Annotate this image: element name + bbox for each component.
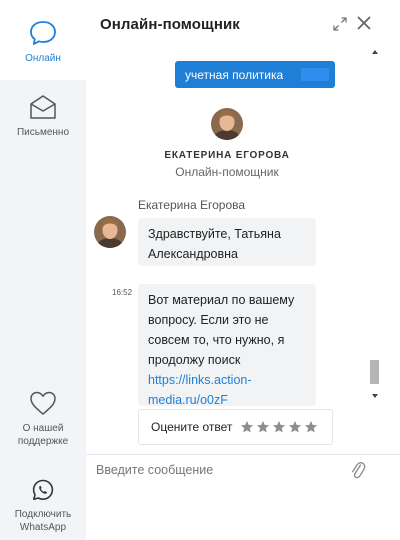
- star-icon[interactable]: [256, 420, 270, 434]
- text-highlight: [301, 68, 329, 81]
- operator-name: ЕКАТЕРИНА ЕГОРОВА: [164, 150, 290, 161]
- sidebar-item-support[interactable]: О нашей поддержке: [0, 390, 86, 448]
- policy-quick-reply-button[interactable]: учетная политика: [175, 61, 335, 88]
- scrollbar-thumb[interactable]: [370, 360, 379, 384]
- operator-avatar: [211, 108, 243, 140]
- message-bubble: Здравствуйте, Татьяна Александровна: [138, 218, 316, 266]
- close-icon[interactable]: [355, 14, 373, 32]
- message-timestamp: 16:52: [112, 288, 133, 297]
- star-icon[interactable]: [304, 420, 318, 434]
- expand-icon[interactable]: [332, 16, 348, 32]
- heart-icon: [30, 391, 56, 415]
- sidebar-item-whatsapp[interactable]: Подключить WhatsApp: [0, 478, 86, 534]
- page-title: Онлайн-помощник: [100, 16, 240, 33]
- message-bubble: Вот материал по вашему вопросу. Если это…: [138, 284, 316, 407]
- message-text: Здравствуйте, Татьяна Александровна: [148, 227, 281, 261]
- whatsapp-icon: [32, 479, 54, 500]
- rate-answer-panel: Оцените ответ: [138, 409, 333, 445]
- sidebar-item-label: Подключить WhatsApp: [14, 509, 72, 533]
- avatar: [211, 108, 243, 140]
- message-link[interactable]: https://links.action-media.ru/o0zF: [148, 373, 252, 407]
- scroll-up-arrow-icon[interactable]: [372, 50, 378, 54]
- scroll-down-arrow-icon[interactable]: [372, 394, 378, 398]
- rate-label: Оцените ответ: [151, 420, 233, 434]
- message-sender: Екатерина Егорова: [138, 198, 246, 212]
- envelope-icon: [30, 95, 56, 119]
- message-text: Вот материал по вашему вопросу. Если это…: [148, 293, 295, 367]
- star-icon[interactable]: [288, 420, 302, 434]
- composer-divider: [86, 454, 400, 455]
- operator-role: Онлайн-помощник: [175, 165, 279, 179]
- message-list[interactable]: учетная политика ЕКАТЕРИНА ЕГОРОВА Онлай…: [86, 44, 368, 456]
- star-icon[interactable]: [240, 420, 254, 434]
- sidebar-item-written[interactable]: Письменно: [0, 94, 86, 139]
- chat-bubble-icon: [30, 21, 56, 45]
- avatar: [94, 216, 126, 248]
- chat-panel: Онлайн-помощник учетная политика ЕКАТЕРИ…: [86, 0, 400, 540]
- chat-scrollbar[interactable]: [368, 44, 382, 406]
- chat-widget: Онлайн Письменно О нашей поддержке Подкл…: [0, 0, 400, 540]
- sidebar-item-label: Письменно: [16, 127, 70, 138]
- sidebar: Онлайн Письменно О нашей поддержке Подкл…: [0, 0, 86, 540]
- chat-header: Онлайн-помощник: [86, 0, 400, 44]
- sidebar-item-online[interactable]: Онлайн: [0, 0, 86, 80]
- message-input[interactable]: [96, 460, 336, 480]
- star-icon[interactable]: [272, 420, 286, 434]
- policy-button-label: учетная политика: [185, 67, 284, 82]
- sender-avatar: [94, 216, 126, 248]
- paperclip-icon[interactable]: [350, 460, 366, 480]
- sidebar-item-label: О нашей поддержке: [17, 423, 69, 447]
- sidebar-item-label: Онлайн: [25, 53, 61, 64]
